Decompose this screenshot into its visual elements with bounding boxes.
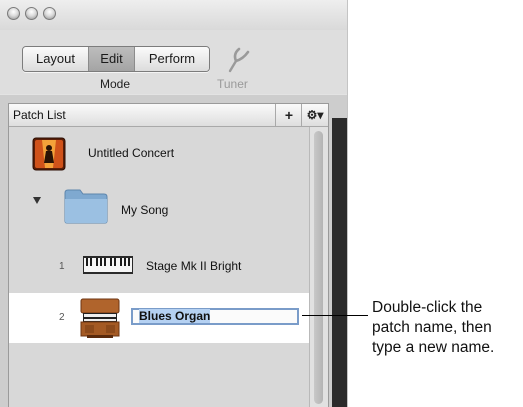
song-row[interactable]: My Song xyxy=(9,181,309,240)
concert-row[interactable]: Untitled Concert xyxy=(9,127,309,181)
mode-segmented-control: Layout Edit Perform xyxy=(22,46,210,72)
patch-list-header: Patch List + ⚙▾ xyxy=(9,104,328,127)
callout-leader-line xyxy=(302,315,368,316)
zoom-window-button[interactable] xyxy=(43,7,56,20)
patch-name: Stage Mk II Bright xyxy=(146,259,242,273)
patch-name-edit-field[interactable]: Blues Organ xyxy=(131,308,299,325)
patch-number: 2 xyxy=(59,312,65,323)
workspace-edge xyxy=(332,118,347,407)
mode-layout-button[interactable]: Layout xyxy=(23,47,88,71)
callout-text: Double-click the patch name, then type a… xyxy=(372,298,494,358)
vertical-scrollbar[interactable] xyxy=(309,127,328,407)
patch-list-body: Untitled Concert My Song 1 Stage Mk II B… xyxy=(9,127,309,407)
tuner-label: Tuner xyxy=(217,77,248,91)
patch-list-title: Patch List xyxy=(13,108,66,122)
patch-name-selected-text: Blues Organ xyxy=(139,309,211,323)
callout-line-2: patch name, then xyxy=(372,319,492,336)
song-name: My Song xyxy=(121,203,169,217)
patch-list-panel: Patch List + ⚙▾ Untitled Concert My Song… xyxy=(8,103,329,407)
tuner-icon[interactable] xyxy=(224,44,254,74)
mode-label: Mode xyxy=(100,77,131,91)
concert-name: Untitled Concert xyxy=(88,146,175,160)
electric-piano-icon xyxy=(83,256,133,274)
patch-row[interactable]: 1 Stage Mk II Bright xyxy=(9,240,309,292)
patch-number: 1 xyxy=(59,261,65,272)
minimize-window-button[interactable] xyxy=(25,7,38,20)
close-window-button[interactable] xyxy=(7,7,20,20)
callout-line-1: Double-click the xyxy=(372,299,483,316)
organ-icon xyxy=(80,298,120,338)
mode-edit-button[interactable]: Edit xyxy=(88,47,134,71)
patch-row-selected[interactable]: 2 Blues Organ xyxy=(9,293,309,343)
action-menu-button[interactable]: ⚙▾ xyxy=(301,104,328,126)
callout-line-3: type a new name. xyxy=(372,339,495,356)
folder-icon xyxy=(64,189,108,224)
add-patch-button[interactable]: + xyxy=(275,104,302,126)
disclosure-triangle-icon[interactable] xyxy=(33,197,41,204)
concert-icon xyxy=(32,137,66,171)
mainstage-window: Layout Edit Perform Mode Tuner Patch Lis… xyxy=(0,0,348,407)
mode-perform-button[interactable]: Perform xyxy=(134,47,209,71)
scrollbar-thumb[interactable] xyxy=(314,131,323,404)
title-bar xyxy=(0,0,347,30)
